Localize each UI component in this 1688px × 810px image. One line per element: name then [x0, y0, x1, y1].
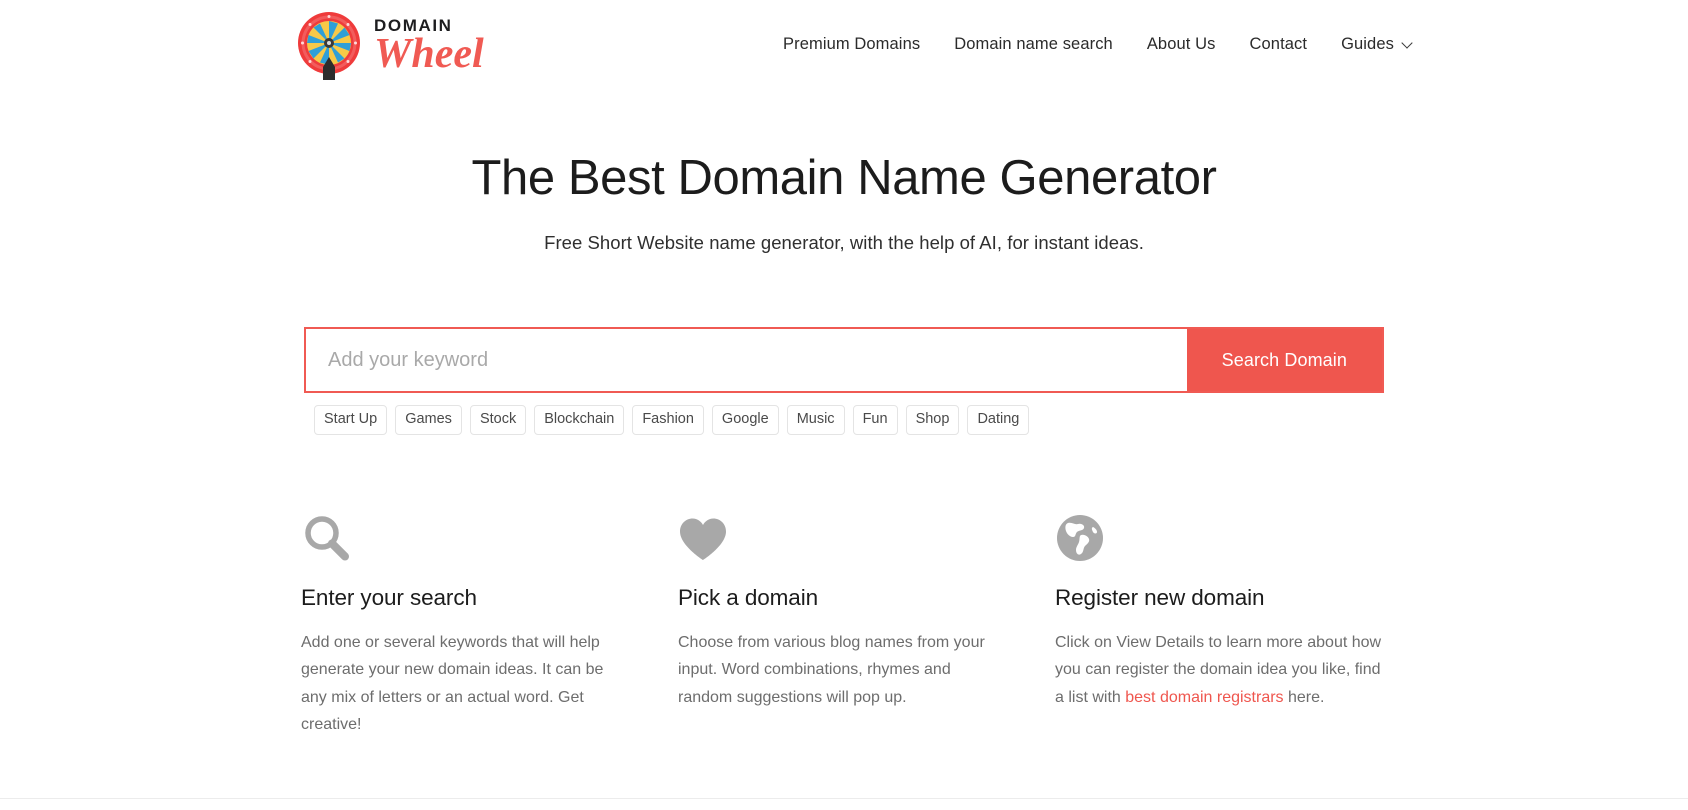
- feature-title-1: Enter your search: [301, 584, 477, 610]
- heart-icon: [678, 505, 1055, 563]
- feature-title-2: Pick a domain: [678, 584, 819, 610]
- chip-blockchain[interactable]: Blockchain: [534, 405, 625, 435]
- brand-name-line2: Wheel: [374, 31, 484, 78]
- chip-start-up[interactable]: Start Up: [314, 405, 388, 435]
- feature-text-3: Click on View Details to learn more abou…: [1055, 629, 1385, 712]
- domain-search-section: Search Domain Start Up Games Stock Block…: [304, 327, 1384, 435]
- site-header: DOMAIN Wheel Premium Domains Domain name…: [0, 0, 1688, 90]
- feature-enter-your-search: Enter your search Add one or several key…: [301, 505, 678, 739]
- chip-fun[interactable]: Fun: [852, 405, 898, 435]
- chevron-down-icon: [1403, 38, 1412, 47]
- page-bottom-divider: [0, 798, 1688, 810]
- main-navigation: Premium Domains Domain name search About…: [766, 31, 1429, 58]
- search-bar: Search Domain: [304, 327, 1384, 394]
- hero-section: The Best Domain Name Generator Free Shor…: [0, 90, 1688, 254]
- chip-games[interactable]: Games: [395, 405, 462, 435]
- feature-text-3-after: here.: [1283, 688, 1325, 706]
- nav-item-domain-name-search[interactable]: Domain name search: [937, 31, 1130, 58]
- nav-item-contact[interactable]: Contact: [1233, 31, 1325, 58]
- nav-item-guides[interactable]: Guides: [1324, 31, 1429, 58]
- feature-title-3: Register new domain: [1055, 584, 1265, 610]
- search-input[interactable]: [306, 329, 1187, 392]
- page-root: DOMAIN Wheel Premium Domains Domain name…: [0, 0, 1688, 810]
- page-subtitle: Free Short Website name generator, with …: [544, 232, 1144, 254]
- page-title: The Best Domain Name Generator: [471, 151, 1217, 205]
- chip-dating[interactable]: Dating: [967, 405, 1030, 435]
- best-domain-registrars-link[interactable]: best domain registrars: [1125, 689, 1283, 706]
- feature-text-2: Choose from various blog names from your…: [678, 633, 985, 706]
- globe-icon: [1055, 505, 1432, 563]
- nav-item-premium-domains[interactable]: Premium Domains: [766, 31, 937, 58]
- nav-item-about-us[interactable]: About Us: [1130, 31, 1233, 58]
- feature-text-1: Add one or several keywords that will he…: [301, 633, 604, 734]
- chip-google[interactable]: Google: [711, 405, 779, 435]
- prize-wheel-icon: [294, 10, 364, 80]
- chip-stock[interactable]: Stock: [469, 405, 527, 435]
- chip-shop[interactable]: Shop: [905, 405, 960, 435]
- feature-register-new-domain: Register new domain Click on View Detail…: [1055, 505, 1432, 739]
- search-domain-button[interactable]: Search Domain: [1186, 329, 1382, 392]
- brand-wordmark: DOMAIN Wheel: [374, 15, 484, 75]
- chip-music[interactable]: Music: [786, 405, 845, 435]
- chip-fashion[interactable]: Fashion: [632, 405, 704, 435]
- feature-pick-a-domain: Pick a domain Choose from various blog n…: [678, 505, 1055, 739]
- suggested-keyword-chips: Start Up Games Stock Blockchain Fashion …: [304, 405, 1384, 435]
- magnifier-icon: [301, 505, 678, 563]
- nav-item-guides-label: Guides: [1341, 35, 1394, 53]
- feature-columns: Enter your search Add one or several key…: [299, 505, 1389, 739]
- brand-logo-link[interactable]: DOMAIN Wheel: [294, 10, 484, 80]
